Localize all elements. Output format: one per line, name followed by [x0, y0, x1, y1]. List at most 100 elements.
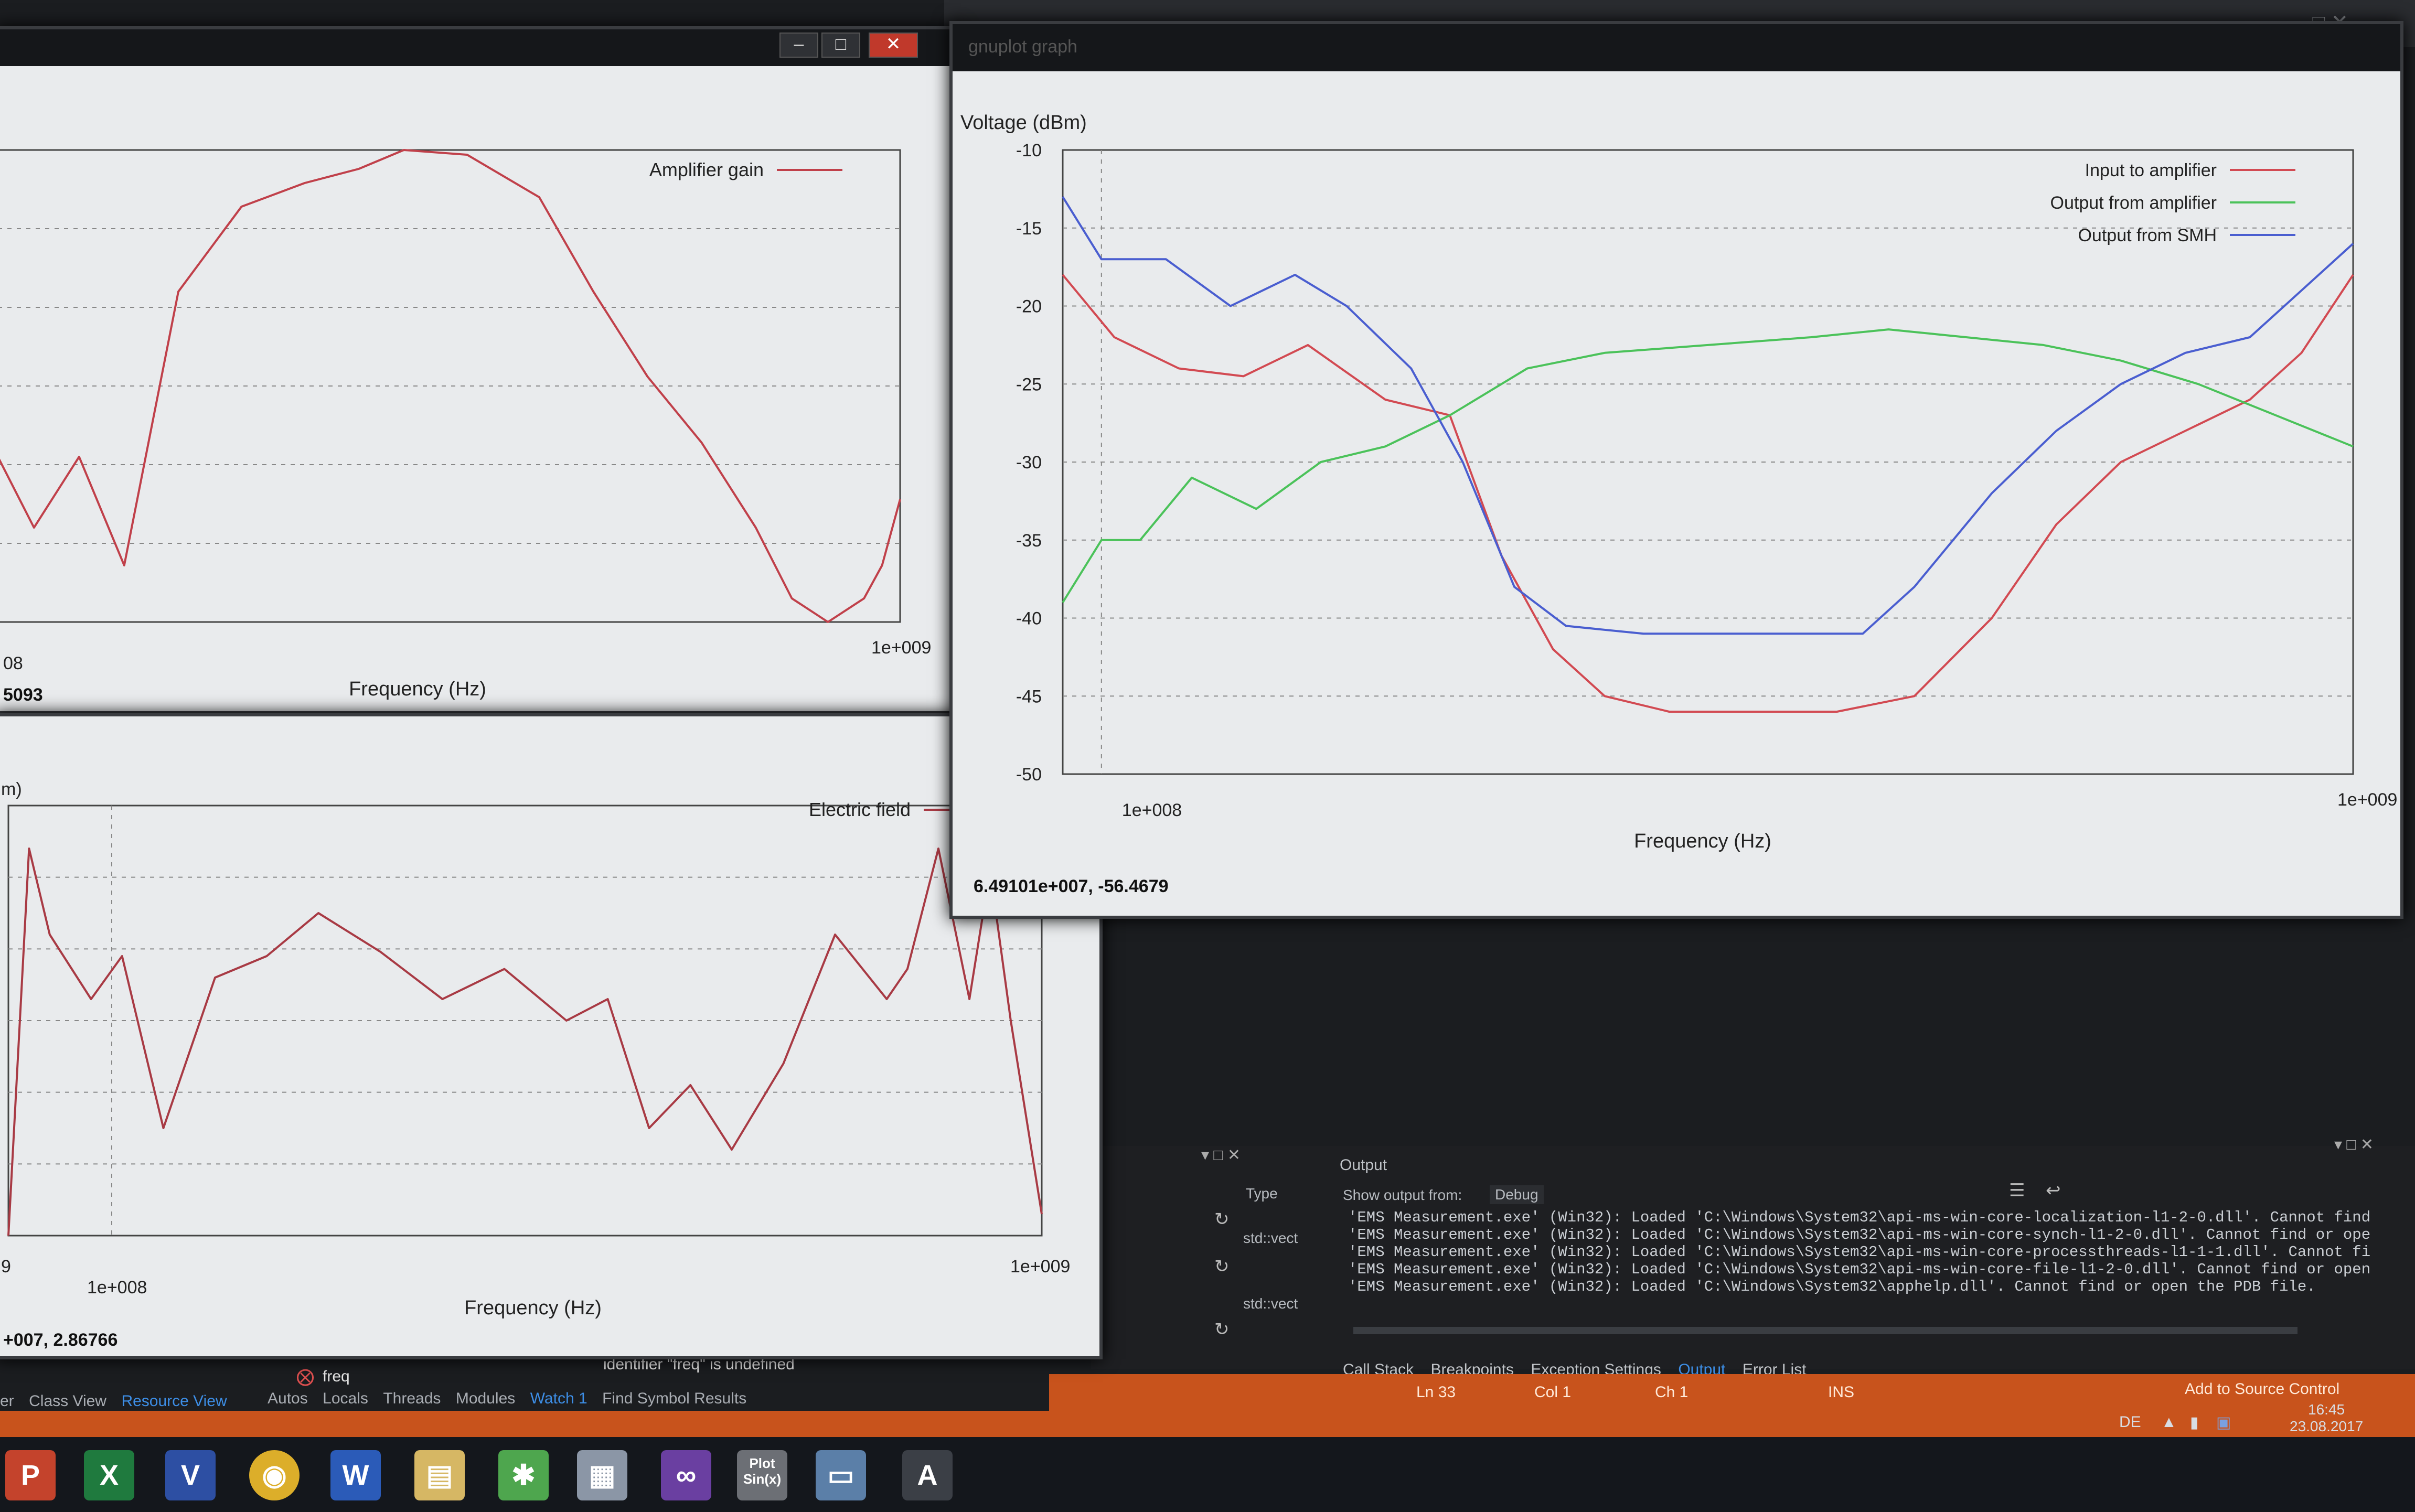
tray-up-icon[interactable]: ▲ — [2161, 1413, 2177, 1431]
series-line — [1062, 196, 2354, 635]
minimize-button[interactable]: – — [779, 33, 818, 58]
x-tick-label: 1e+008 — [1122, 800, 1182, 820]
watch-type-value: std::vect — [1243, 1295, 1298, 1312]
cursor-coordinates: 6.49101e+007, -56.4679 — [974, 876, 1169, 896]
amplifier-gain-chart[interactable]: Amplifier gain 08 1e+009 Frequency (Hz) — [0, 66, 958, 711]
y-axis-label: Voltage (dBm) — [960, 112, 1087, 134]
tab-er[interactable]: er — [0, 1392, 14, 1410]
close-button[interactable]: ✕ — [869, 33, 918, 58]
status-bar-strip — [0, 1411, 2415, 1437]
horizontal-scrollbar[interactable] — [1353, 1327, 2298, 1334]
file-explorer-icon[interactable]: ▤ — [414, 1450, 465, 1500]
x-axis-label: Frequency (Hz) — [349, 678, 486, 700]
word-icon[interactable]: W — [330, 1450, 381, 1500]
output-line: 'EMS Measurement.exe' (Win32): Loaded 'C… — [1348, 1209, 2371, 1226]
plot-window-amplifier-gain[interactable]: – □ ✕ Amplifier gain 08 1e+009 Frequency (H… — [0, 26, 961, 714]
output-line: 'EMS Measurement.exe' (Win32): Loaded 'C… — [1348, 1261, 2371, 1278]
cursor-coordinates: +007, 2.86766 — [3, 1330, 118, 1350]
output-lines: 'EMS Measurement.exe' (Win32): Loaded 'C… — [1348, 1209, 2370, 1295]
x-tick-label: 1e+009 — [2337, 790, 2397, 810]
y-tick-label: -40 — [1016, 609, 1042, 629]
refresh-icon[interactable]: ↻ — [1214, 1256, 1230, 1277]
x-tick-label: 9 — [1, 1257, 11, 1277]
tab-modules[interactable]: Modules — [456, 1390, 515, 1407]
x-tick-label: 1e+009 — [1010, 1257, 1070, 1277]
tab-threads[interactable]: Threads — [383, 1390, 441, 1407]
voltage-chart[interactable]: Input to amplifier Output from amplifier O… — [953, 71, 2400, 916]
tab-locals[interactable]: Locals — [323, 1390, 368, 1407]
battery-icon[interactable]: ▮ — [2190, 1413, 2199, 1432]
gnuplot-taskbar-icon[interactable]: Plot Sin(x) — [737, 1450, 787, 1500]
watch-panel: Type ↻ std::vect ↻ std::vect ↻ ▾ □ ✕ — [1091, 1146, 1338, 1369]
window-title-bar[interactable]: gnuplot graph — [953, 24, 2400, 71]
app-icon[interactable]: ✱ — [498, 1450, 549, 1500]
clock-date: 23.08.2017 — [2290, 1418, 2364, 1434]
y-tick-label: -10 — [1016, 141, 1042, 160]
y-tick-label: -30 — [1016, 453, 1042, 473]
output-line: 'EMS Measurement.exe' (Win32): Loaded 'C… — [1348, 1226, 2371, 1243]
electric-field-chart[interactable]: Electric field m) 9 1e+008 1e+009 Frequency (… — [0, 716, 1099, 1356]
window-title-bar[interactable]: – □ ✕ — [0, 29, 958, 66]
y-axis-label: m) — [1, 779, 22, 799]
cursor-coordinates: 5093 — [3, 685, 43, 705]
show-output-label: Show output from: — [1343, 1187, 1462, 1203]
calculator-icon[interactable]: ▦ — [577, 1450, 627, 1500]
x-tick-label: 1e+008 — [87, 1278, 147, 1297]
y-tick-label: -35 — [1016, 531, 1042, 551]
y-tick-label: -15 — [1016, 219, 1042, 239]
output-line: 'EMS Measurement.exe' (Win32): Loaded 'C… — [1348, 1278, 2316, 1295]
output-title: Output — [1340, 1156, 1387, 1174]
visio-icon[interactable]: V — [165, 1450, 216, 1500]
window-icon[interactable]: ▭ — [816, 1450, 866, 1500]
tray-clock[interactable]: 16:45 23.08.2017 — [2290, 1401, 2363, 1435]
show-output-select[interactable]: Debug — [1490, 1185, 1544, 1204]
tab-class-view[interactable]: Class View — [29, 1392, 106, 1410]
tab-watch-1[interactable]: Watch 1 — [530, 1390, 587, 1407]
watch-item-name[interactable]: freq — [323, 1368, 350, 1386]
excel-icon[interactable]: X — [84, 1450, 134, 1500]
window-title: gnuplot graph — [968, 37, 1077, 57]
debug-tool-tabs: Autos Locals Threads Modules Watch 1 Fin… — [268, 1390, 759, 1408]
output-panel: Output ▾ □ ✕ Show output from: Debug ☰ ↩… — [1338, 1136, 2415, 1378]
legend-label: Output from amplifier — [2050, 193, 2217, 213]
panel-pin-icon[interactable]: ▾ □ ✕ — [1201, 1146, 1241, 1164]
legend-label: Input to amplifier — [2085, 160, 2217, 180]
y-tick-label: -45 — [1016, 687, 1042, 706]
error-icon: ⨂ — [296, 1367, 314, 1387]
plot-window-voltage[interactable]: gnuplot graph Input to amplifier Output f… — [949, 21, 2403, 919]
status-ins: INS — [1828, 1384, 1855, 1401]
tab-resource-view[interactable]: Resource View — [121, 1392, 227, 1410]
lower-tool-tabs: er Class View Resource View — [0, 1392, 240, 1410]
chrome-icon[interactable]: ◉ — [249, 1450, 300, 1500]
watch-type-header: Type — [1246, 1185, 1278, 1202]
clock-time: 16:45 — [2308, 1401, 2345, 1418]
visual-studio-icon[interactable]: ∞ — [661, 1450, 711, 1500]
word-wrap-icon[interactable]: ↩ — [2046, 1180, 2061, 1201]
tab-autos[interactable]: Autos — [268, 1390, 308, 1407]
refresh-icon[interactable]: ↻ — [1214, 1209, 1230, 1230]
legend-label: Electric field — [809, 799, 911, 820]
signal-app-icon[interactable]: A — [902, 1450, 953, 1500]
maximize-button[interactable]: □ — [821, 33, 860, 58]
x-tick-label: 1e+009 — [871, 638, 931, 658]
x-axis-label: Frequency (Hz) — [464, 1297, 602, 1319]
y-tick-label: -25 — [1016, 374, 1042, 394]
output-line: 'EMS Measurement.exe' (Win32): Loaded 'C… — [1348, 1243, 2371, 1261]
tab-find-symbol-results[interactable]: Find Symbol Results — [602, 1390, 746, 1407]
series-line — [1062, 274, 2354, 713]
powerpoint-icon[interactable]: P — [5, 1450, 56, 1500]
status-char: Ch 1 — [1655, 1384, 1689, 1401]
clear-output-icon[interactable]: ☰ — [2009, 1180, 2025, 1201]
network-icon[interactable]: ▣ — [2216, 1413, 2231, 1432]
status-line: Ln 33 — [1416, 1384, 1456, 1401]
y-tick-label: -50 — [1016, 765, 1042, 785]
status-col: Col 1 — [1534, 1384, 1572, 1401]
refresh-icon[interactable]: ↻ — [1214, 1319, 1230, 1340]
panel-close-icon[interactable]: ▾ □ ✕ — [2334, 1135, 2374, 1154]
plot-window-electric-field[interactable]: Electric field m) 9 1e+008 1e+009 Frequency (… — [0, 713, 1103, 1359]
add-to-source-control[interactable]: Add to Source Control — [2185, 1380, 2339, 1398]
tray-language[interactable]: DE — [2119, 1413, 2141, 1431]
x-tick-label: 08 — [3, 653, 23, 673]
x-axis-label: Frequency (Hz) — [1634, 830, 1771, 852]
legend-label: Amplifier gain — [649, 159, 764, 180]
